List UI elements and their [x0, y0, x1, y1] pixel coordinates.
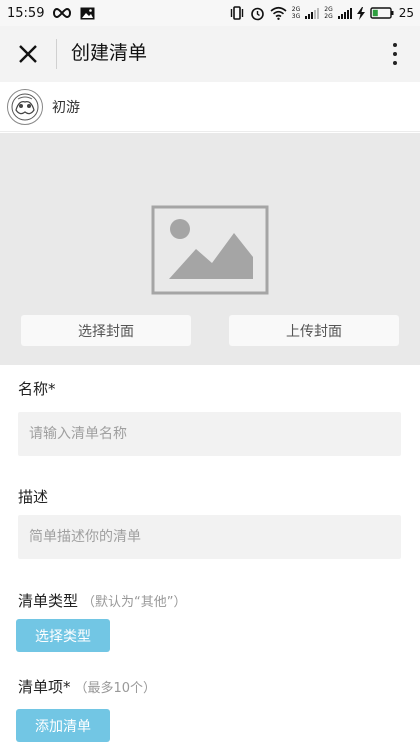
- signal-strength-icon-1: [305, 7, 320, 19]
- more-vertical-icon-dot: [393, 52, 397, 56]
- network-type-b: 2G 2G: [324, 6, 333, 20]
- image-placeholder-icon: [151, 205, 269, 295]
- list-items-label: 清单项* （最多10个）: [18, 676, 156, 697]
- battery-icon: [370, 7, 394, 19]
- list-items-label-text: 清单项*: [18, 678, 71, 696]
- charging-icon: [356, 6, 365, 20]
- select-type-button[interactable]: 选择类型: [16, 619, 110, 652]
- wifi-icon: [270, 6, 287, 20]
- signal-strength-icon-2: [337, 7, 352, 19]
- cover-area: 选择封面 上传封面: [0, 133, 420, 365]
- select-cover-button[interactable]: 选择封面: [21, 315, 191, 346]
- alarm-clock-icon: [250, 6, 265, 21]
- more-options-button[interactable]: [386, 38, 404, 70]
- close-icon: [19, 45, 37, 63]
- avatar[interactable]: [7, 88, 43, 125]
- network-type-a: 2G 3G: [291, 6, 301, 20]
- infinity-icon: [52, 7, 72, 19]
- list-type-label-text: 清单类型: [18, 592, 79, 610]
- avatar-image: [9, 90, 41, 123]
- gallery-notification-icon: [80, 7, 95, 20]
- page-title: 创建清单: [71, 42, 148, 64]
- list-type-hint: （默认为“其他”）: [82, 595, 187, 610]
- vibrate-icon: [229, 6, 245, 20]
- title-divider: [56, 39, 57, 69]
- description-input[interactable]: [18, 515, 401, 559]
- name-label: 名称*: [18, 380, 56, 398]
- user-row: 初游: [0, 82, 420, 132]
- status-bar: 15:59 2G 3G 2G 2G 25: [0, 0, 420, 26]
- upload-cover-button[interactable]: 上传封面: [229, 315, 399, 346]
- close-button[interactable]: [12, 38, 44, 70]
- more-vertical-icon-dot: [393, 61, 397, 65]
- more-vertical-icon-dot: [393, 43, 397, 47]
- description-label: 描述: [18, 488, 49, 506]
- list-type-label: 清单类型 （默认为“其他”）: [18, 590, 187, 611]
- name-input[interactable]: [18, 412, 401, 456]
- user-name: 初游: [52, 99, 80, 116]
- add-list-item-button[interactable]: 添加清单: [16, 709, 110, 742]
- battery-level: 25: [398, 6, 414, 20]
- status-time: 15:59: [7, 5, 45, 21]
- title-bar: 创建清单: [0, 26, 420, 82]
- list-items-hint: （最多10个）: [74, 681, 157, 696]
